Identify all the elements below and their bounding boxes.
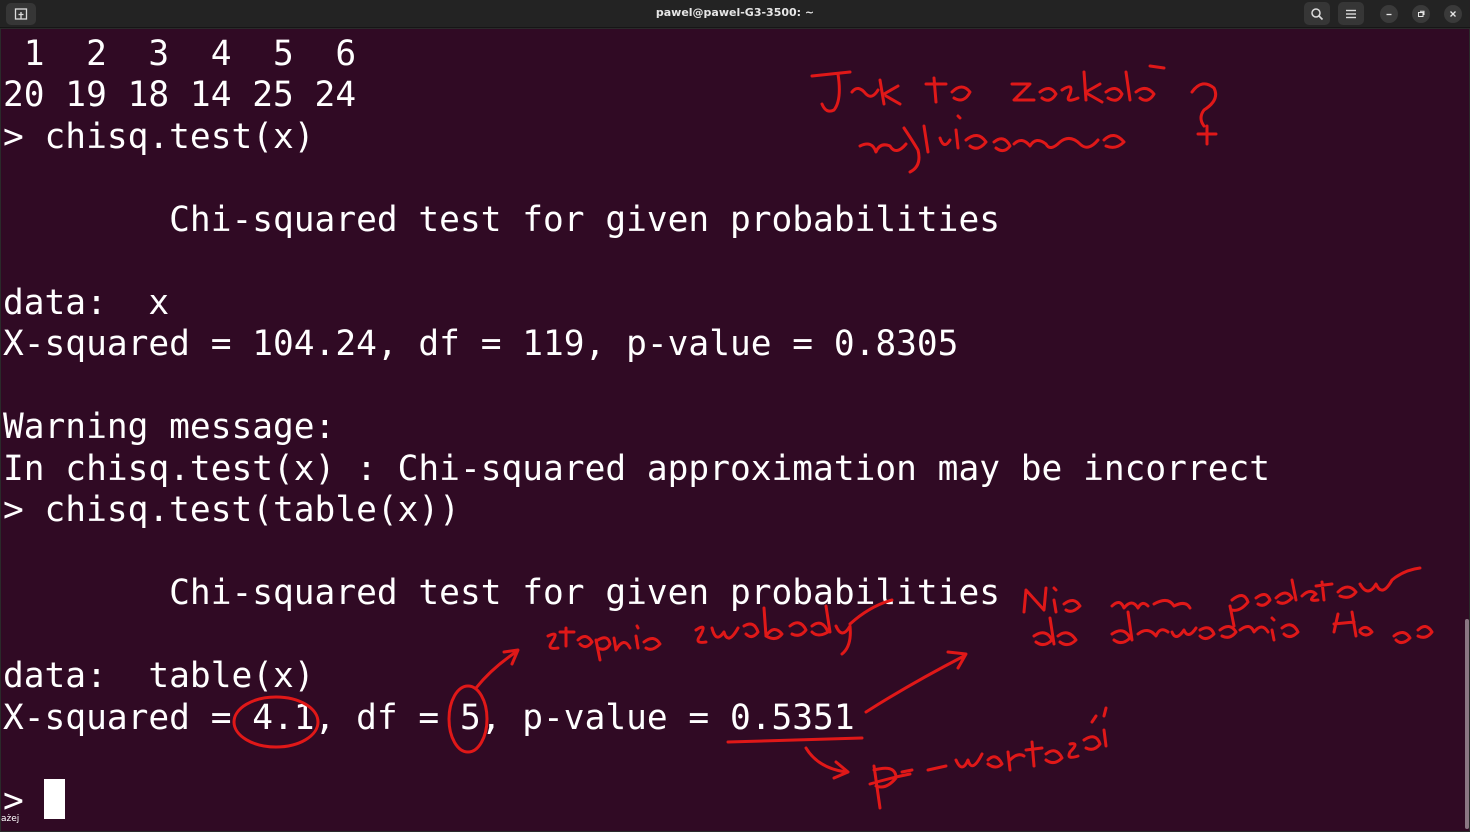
terminal-line: > chisq.test(x) xyxy=(3,117,315,157)
terminal-line: In chisq.test(x) : Chi-squared approxima… xyxy=(3,449,1271,489)
window-title: pawel@pawel-G3-3500: ~ xyxy=(655,6,815,19)
minimize-icon xyxy=(1386,13,1392,16)
terminal-line: 20 19 18 14 25 24 xyxy=(3,75,357,115)
terminal-line: Chi-squared test for given probabilities xyxy=(3,200,1000,240)
close-button[interactable] xyxy=(1444,5,1462,23)
terminal-line: > chisq.test(table(x)) xyxy=(3,490,460,530)
close-icon xyxy=(1450,11,1456,17)
search-button[interactable] xyxy=(1304,2,1330,25)
window-titlebar: pawel@pawel-G3-3500: ~ xyxy=(0,0,1470,28)
maximize-button[interactable] xyxy=(1412,5,1430,23)
terminal-line: 1 2 3 4 5 6 xyxy=(3,34,357,74)
terminal-line: Warning message: xyxy=(3,407,336,447)
scrollbar[interactable] xyxy=(1465,619,1469,829)
terminal-line: data: x xyxy=(3,283,170,323)
terminal-line: X-squared = 4.1, df = 5, p-value = 0.535… xyxy=(3,698,855,738)
bottom-label: ażej xyxy=(1,814,20,824)
terminal-line: X-squared = 104.24, df = 119, p-value = … xyxy=(3,324,959,364)
terminal-line: data: table(x) xyxy=(3,656,315,696)
terminal-line: Chi-squared test for given probabilities xyxy=(3,573,1000,613)
text-cursor xyxy=(44,779,65,819)
hamburger-menu-icon xyxy=(1346,9,1356,18)
search-icon xyxy=(1311,7,1324,20)
menu-button[interactable] xyxy=(1338,2,1364,25)
restore-icon xyxy=(1418,10,1425,17)
terminal-view[interactable]: 1 2 3 4 5 6 20 19 18 14 25 24 > chisq.te… xyxy=(0,28,1470,832)
minimize-button[interactable] xyxy=(1380,5,1398,23)
